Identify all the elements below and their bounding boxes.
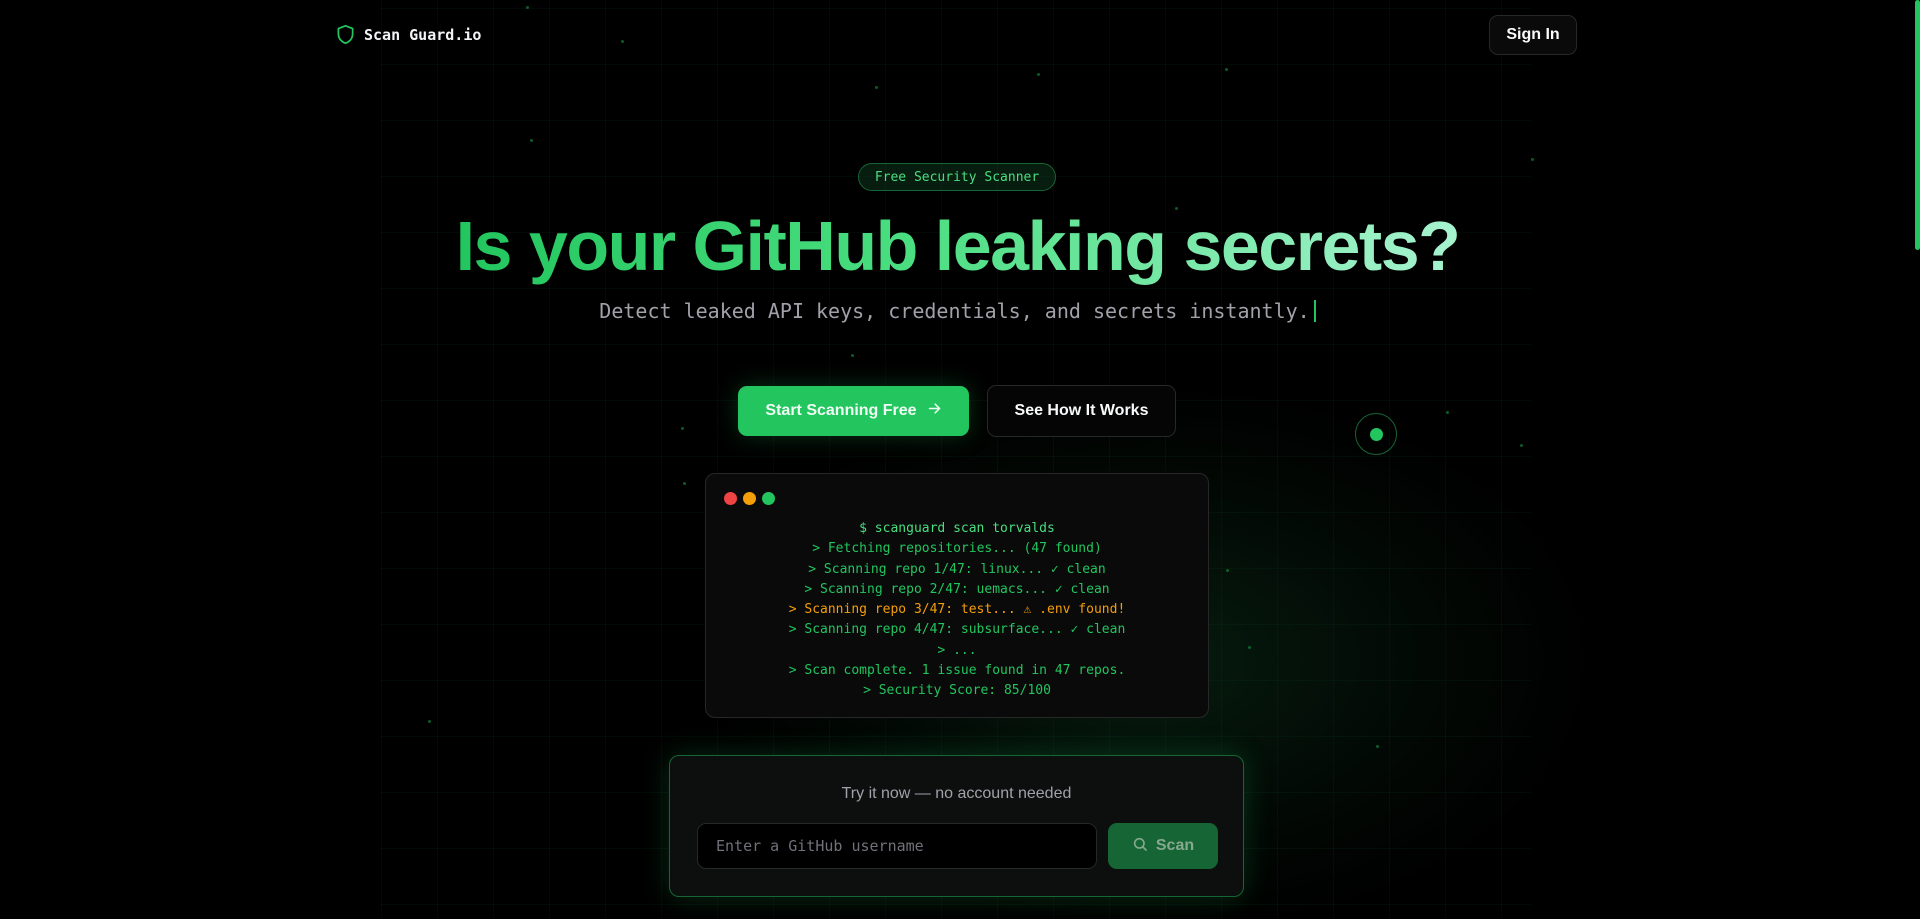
terminal-line: > Security Score: 85/100 [863, 683, 1051, 699]
search-icon [1132, 836, 1148, 857]
scan-label: Scan [1155, 837, 1195, 854]
terminal-line: > Scanning repo 2/47: uemacs... ✓ clean [804, 581, 1110, 597]
particle [621, 40, 624, 43]
hero-subline: Detect leaked API keys, credentials, and… [0, 297, 1915, 325]
terminal-line: > Scan complete. 1 issue found in 47 rep… [788, 663, 1126, 679]
scan-button[interactable]: Scan [1108, 823, 1218, 869]
typing-caret [1313, 300, 1316, 322]
terminal-window: $ scanguard scan torvalds > Fetching rep… [705, 473, 1209, 718]
particle [1248, 646, 1251, 649]
terminal-line: > Fetching repositories... (47 found) [812, 541, 1102, 557]
arrow-right-icon [927, 401, 942, 421]
see-how-it-works-button[interactable]: See How It Works [987, 385, 1176, 437]
shield-icon [336, 24, 355, 45]
particle [526, 6, 529, 9]
pulse-orb-dot [1369, 427, 1383, 441]
github-username-input[interactable] [697, 823, 1097, 869]
particle [683, 482, 686, 485]
terminal-line: > ... [937, 642, 977, 658]
particle [875, 86, 878, 89]
start-scanning-button[interactable]: Start Scanning Free [738, 386, 969, 436]
particle [1037, 73, 1040, 76]
scrollbar-thumb[interactable] [1915, 0, 1920, 250]
terminal-line: > Scanning repo 4/47: subsurface... ✓ cl… [788, 622, 1126, 638]
hero-headline: Is your GitHub leaking secrets? [0, 203, 1915, 289]
try-it-title: Try it now — no account needed [841, 785, 1072, 802]
particle [1226, 569, 1229, 572]
hero-headline-text: Is your GitHub leaking secrets? [455, 207, 1461, 285]
particle [681, 427, 684, 430]
terminal-output: $ scanguard scan torvalds > Fetching rep… [706, 519, 1208, 702]
terminal-line: > Scanning repo 1/47: linux... ✓ clean [808, 561, 1106, 577]
particle [1225, 68, 1228, 71]
particle [1376, 745, 1379, 748]
try-it-panel: Try it now — no account needed Scan [669, 755, 1244, 897]
pulse-orb-icon [1355, 413, 1397, 455]
hero-badge: Free Security Scanner [858, 163, 1056, 191]
logo[interactable]: Scan Guard.io [336, 24, 481, 45]
minimize-dot-icon [743, 492, 756, 505]
maximize-dot-icon [762, 492, 775, 505]
close-dot-icon [724, 492, 737, 505]
particle [1446, 411, 1449, 414]
particle [851, 354, 854, 357]
particle [428, 720, 431, 723]
terminal-line: $ scanguard scan torvalds [859, 521, 1055, 536]
particle [1520, 444, 1523, 447]
start-scanning-label: Start Scanning Free [765, 402, 917, 419]
particle [530, 139, 533, 142]
sign-in-button[interactable]: Sign In [1489, 15, 1577, 55]
logo-text: Scan Guard.io [364, 25, 482, 44]
terminal-line-warning: > Scanning repo 3/47: test... ⚠ .env fou… [788, 602, 1126, 618]
hero-subline-text: Detect leaked API keys, credentials, and… [599, 299, 1310, 323]
particle [1531, 158, 1534, 161]
window-controls [724, 492, 775, 505]
